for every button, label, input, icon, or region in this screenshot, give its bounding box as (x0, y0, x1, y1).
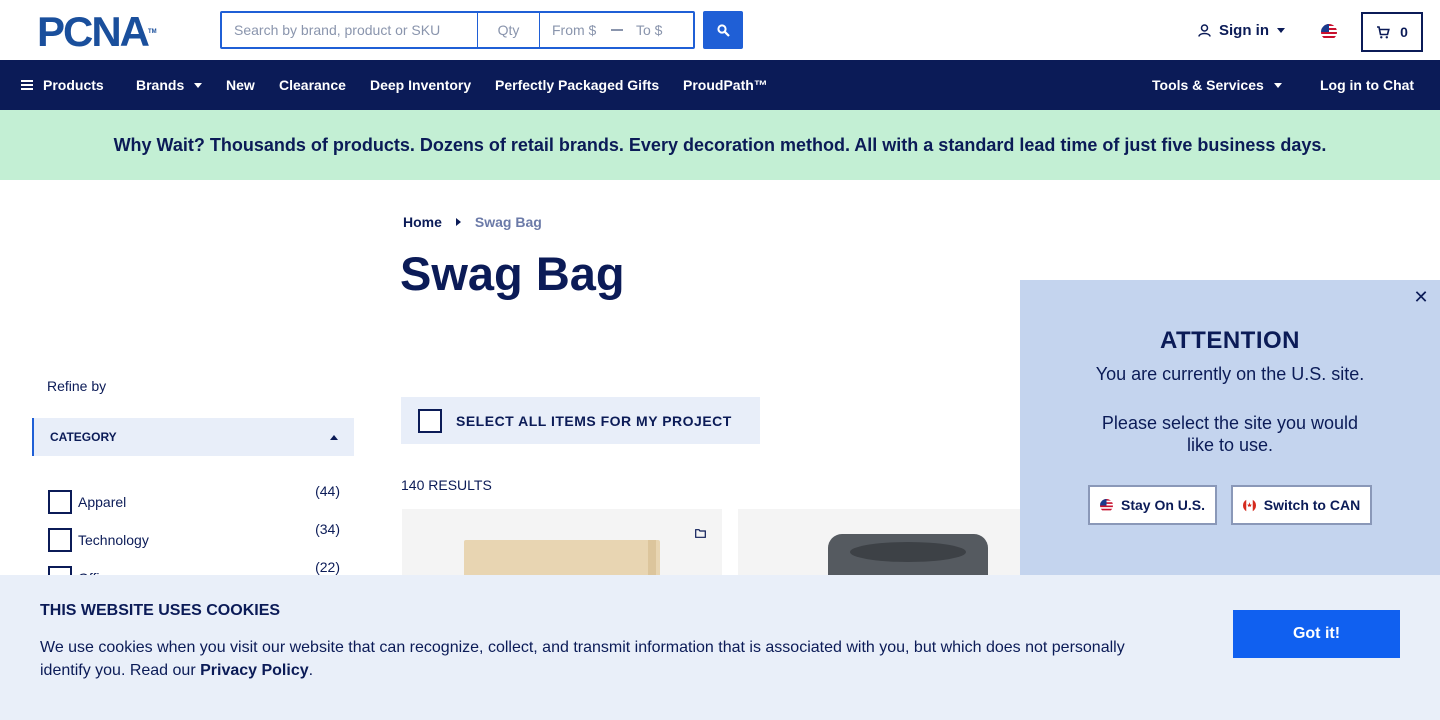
cookie-banner: THIS WEBSITE USES COOKIES We use cookies… (0, 575, 1440, 720)
nav-deep-inventory[interactable]: Deep Inventory (370, 60, 471, 110)
chevron-down-icon (194, 82, 203, 88)
modal-title: ATTENTION (1159, 327, 1301, 354)
page-title: Swag Bag (400, 247, 625, 300)
breadcrumb-current: Swag Bag (474, 214, 542, 230)
pcna-logo[interactable]: PCNATM (37, 11, 157, 53)
chevron-up-icon (330, 434, 338, 440)
results-count: 140 RESULTS (401, 477, 492, 493)
nav-new-label: New (226, 77, 255, 93)
signin-menu[interactable]: Sign in (1198, 22, 1285, 39)
chevron-down-icon (1273, 82, 1282, 88)
search-button[interactable] (703, 11, 743, 49)
price-to-input[interactable] (624, 13, 692, 47)
cookie-title: THIS WEBSITE USES COOKIES (40, 602, 281, 619)
cookie-text: We use cookies when you visit our websit… (40, 636, 1140, 682)
cart-count: 0 (1400, 24, 1408, 40)
category-checkbox[interactable] (48, 490, 72, 514)
search-input[interactable] (222, 13, 478, 47)
nav-tools-services[interactable]: Tools & Services (1152, 60, 1282, 110)
switch-can-label: Switch to CAN (1263, 497, 1361, 513)
accept-cookies-button[interactable]: Got it! (1233, 610, 1400, 658)
search-icon (716, 23, 730, 37)
category-count: (34) (315, 521, 340, 537)
breadcrumb: Home Swag Bag (403, 214, 542, 230)
nav-gifts[interactable]: Perfectly Packaged Gifts (495, 60, 659, 110)
nav-clearance-label: Clearance (279, 77, 346, 93)
price-range-dash (610, 13, 624, 47)
chevron-right-icon (455, 218, 461, 226)
category-count: (22) (315, 559, 340, 575)
select-all-checkbox[interactable] (418, 408, 442, 433)
search-bar (220, 11, 695, 49)
site-selection-modal: ✕ ATTENTION You are currently on the U.S… (1020, 280, 1440, 575)
breadcrumb-home[interactable]: Home (403, 214, 442, 230)
qty-input[interactable] (478, 13, 540, 47)
top-header: PCNATM Sign in 0 (0, 0, 1440, 60)
promo-banner: Why Wait? Thousands of products. Dozens … (0, 110, 1440, 180)
main-nav: Products Brands New Clearance Deep Inven… (0, 60, 1440, 110)
switch-can-button[interactable]: Switch to CAN (1231, 485, 1372, 525)
category-count: (44) (315, 483, 340, 499)
refine-label: Refine by (47, 378, 107, 394)
nav-new[interactable]: New (226, 60, 255, 110)
signin-label: Sign in (1219, 22, 1269, 39)
nav-brands[interactable]: Brands (136, 60, 203, 110)
nav-clearance[interactable]: Clearance (279, 60, 346, 110)
modal-prompt: Please select the site you would like to… (1101, 413, 1359, 455)
category-label: Technology (78, 532, 149, 548)
cookie-end: . (308, 662, 314, 679)
nav-proudpath[interactable]: ProudPath™ (683, 60, 768, 110)
category-item-apparel[interactable]: Apparel (44) (48, 483, 340, 521)
category-filter-header[interactable]: CATEGORY (32, 418, 354, 456)
folder-icon[interactable] (695, 525, 706, 543)
nav-login-chat[interactable]: Log in to Chat (1320, 60, 1414, 110)
nav-gifts-label: Perfectly Packaged Gifts (495, 77, 660, 93)
close-icon[interactable]: ✕ (1412, 287, 1430, 307)
chevron-down-icon (1277, 28, 1285, 33)
nav-brands-label: Brands (136, 77, 185, 93)
nav-tools-label: Tools & Services (1152, 77, 1264, 93)
hamburger-icon (21, 80, 33, 90)
cart-button[interactable]: 0 (1361, 12, 1423, 52)
nav-chat-label: Log in to Chat (1320, 77, 1415, 93)
price-from-input[interactable] (540, 13, 610, 47)
category-item-technology[interactable]: Technology (34) (48, 521, 340, 559)
category-checkbox[interactable] (48, 528, 72, 552)
nav-products-label: Products (43, 77, 104, 93)
select-all-project[interactable]: SELECT ALL ITEMS FOR MY PROJECT (401, 397, 760, 444)
modal-message: You are currently on the U.S. site. (1095, 364, 1365, 384)
category-label: Apparel (78, 494, 127, 510)
canada-flag-icon (1242, 498, 1256, 512)
user-icon (1198, 24, 1211, 37)
select-all-label: SELECT ALL ITEMS FOR MY PROJECT (456, 412, 732, 429)
nav-proudpath-label: ProudPath™ (683, 77, 768, 93)
cart-icon (1377, 25, 1390, 38)
stay-us-label: Stay On U.S. (1120, 497, 1206, 513)
nav-products[interactable]: Products (21, 60, 104, 110)
nav-deep-inventory-label: Deep Inventory (370, 77, 472, 93)
privacy-policy-link[interactable]: Privacy Policy (200, 662, 309, 679)
promo-text: Why Wait? Thousands of products. Dozens … (113, 134, 1327, 155)
us-flag-icon (1099, 498, 1113, 512)
stay-us-button[interactable]: Stay On U.S. (1088, 485, 1217, 525)
us-flag-icon[interactable] (1321, 24, 1337, 40)
category-heading: CATEGORY (50, 430, 117, 444)
